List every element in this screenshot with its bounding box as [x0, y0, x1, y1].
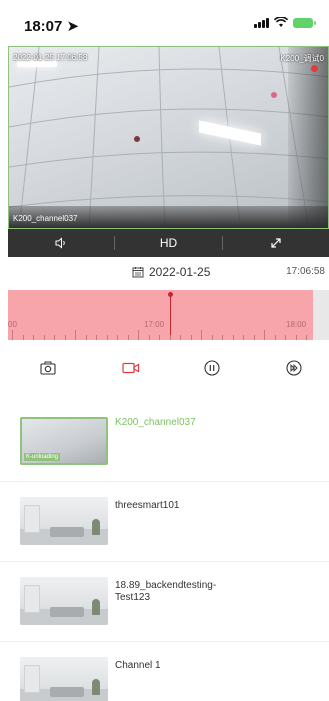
timeline-tick — [285, 335, 286, 340]
date-picker[interactable]: 2022-01-25 — [132, 265, 210, 279]
timeline-tick — [211, 335, 213, 340]
timeline-tick — [253, 335, 255, 340]
channel-name: 18.89_backendtesting-Test123 — [115, 580, 217, 603]
timeline-tick — [22, 335, 24, 340]
channel-name: K200_channel037 — [115, 417, 196, 428]
playback-timeline[interactable]: 00 17:00 18:00 — [8, 290, 321, 340]
live-video-view[interactable]: 2022-01-25 17:06:58 K200_调试0 K200_channe… — [8, 46, 329, 229]
location-arrow-icon: ➤ — [66, 18, 80, 35]
timeline-tick — [243, 335, 244, 340]
timeline-tick — [201, 330, 202, 340]
timeline-tick — [43, 335, 45, 340]
status-time: 18:07 ➤ — [24, 18, 80, 35]
playback-current-time: 17:06:58 — [286, 266, 325, 277]
audio-toggle-button[interactable] — [8, 229, 114, 257]
timeline-tick — [85, 335, 87, 340]
playback-actions — [0, 355, 329, 381]
speaker-icon — [55, 237, 65, 249]
snapshot-button[interactable] — [35, 355, 61, 381]
timeline-tick — [75, 330, 76, 340]
wifi-icon — [274, 17, 288, 27]
timeline-tick — [264, 330, 265, 340]
video-device-label: K200_调试0 — [280, 54, 324, 63]
channel-thumbnail: K-unloading — [20, 417, 108, 465]
fullscreen-button[interactable] — [223, 229, 329, 257]
ceiling-grid — [9, 47, 328, 228]
timeline-label: 00 — [8, 320, 17, 329]
channel-item[interactable]: 18.89_backendtesting-Test123 — [0, 564, 329, 642]
fast-forward-icon — [286, 360, 302, 376]
wall-shadow — [288, 47, 328, 228]
status-icons — [254, 17, 316, 28]
channel-item[interactable]: Channel 1 — [0, 644, 329, 701]
recording-dot-icon — [311, 65, 318, 72]
timeline-tick — [54, 335, 55, 340]
timeline-tick — [306, 335, 307, 340]
channel-thumbnail — [20, 657, 108, 701]
channel-thumbnail — [20, 577, 108, 625]
timeline-label: 17:00 — [144, 320, 165, 329]
channel-name: Channel 1 — [115, 660, 161, 671]
thumbnail-label: K-unloading — [24, 453, 61, 461]
timeline-tick — [117, 335, 118, 340]
timeline-tick — [12, 330, 13, 340]
channel-thumbnail — [20, 497, 108, 545]
timeline-tick — [222, 335, 223, 340]
camera-icon — [40, 361, 56, 375]
timeline-tick — [138, 330, 139, 340]
timeline-tick — [169, 335, 171, 340]
timeline-tick — [64, 335, 66, 340]
record-icon — [122, 362, 140, 374]
expand-icon — [271, 238, 281, 248]
timeline-empty-region — [313, 290, 329, 340]
timeline-tick — [148, 335, 150, 340]
channel-item[interactable]: threesmart101 — [0, 484, 329, 562]
timeline-tick — [106, 335, 108, 340]
timeline-tick — [127, 335, 129, 340]
calendar-icon — [132, 267, 144, 278]
video-timestamp: 2022-01-25 17:06:58 — [13, 53, 88, 62]
timeline-tick — [180, 335, 181, 340]
timeline-tick — [274, 335, 276, 340]
record-button[interactable] — [118, 355, 144, 381]
playback-date-row: 2022-01-25 17:06:58 — [0, 262, 329, 282]
timeline-tick — [33, 335, 34, 340]
video-channel-label: K200_channel037 — [13, 214, 78, 223]
channel-name: threesmart101 — [115, 500, 180, 511]
timeline-tick — [190, 335, 192, 340]
timeline-tick — [295, 335, 297, 340]
status-bar: 18:07 ➤ — [0, 0, 329, 44]
signal-icon — [254, 17, 269, 28]
timeline-cursor[interactable] — [168, 292, 173, 340]
channel-item[interactable]: K-unloading K200_channel037 — [0, 404, 329, 482]
fast-forward-button[interactable] — [281, 355, 307, 381]
pause-icon — [204, 360, 220, 376]
playback-date: 2022-01-25 — [149, 265, 211, 279]
quality-hd-button[interactable]: HD — [115, 229, 221, 257]
video-control-bar: HD — [8, 229, 329, 257]
pause-button[interactable] — [199, 355, 225, 381]
timeline-label: 18:00 — [286, 320, 307, 329]
timeline-tick — [159, 335, 160, 340]
battery-icon — [293, 17, 316, 28]
timeline-tick — [96, 335, 97, 340]
timeline-tick — [232, 335, 234, 340]
